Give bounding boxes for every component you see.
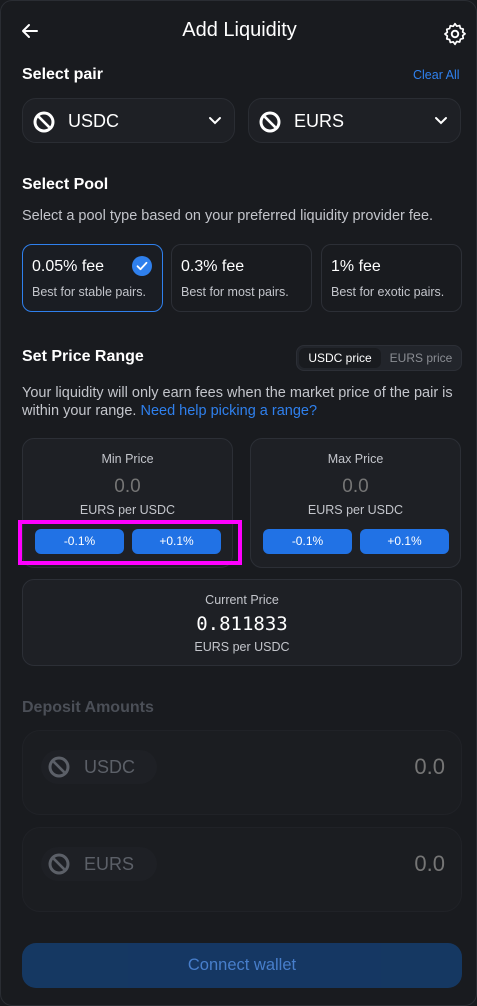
max-price-input[interactable]	[271, 475, 440, 499]
add-liquidity-panel: Add Liquidity Select pair Clear All USDC…	[0, 0, 477, 1006]
connect-wallet-button[interactable]: Connect wallet	[22, 943, 462, 988]
min-price-unit: EURS per USDC	[79, 503, 176, 517]
deposit-token-b-chip: EURS	[41, 847, 157, 881]
no-token-icon	[33, 111, 55, 133]
deposit-token-a-input[interactable]	[325, 754, 445, 780]
toggle-eurs-price[interactable]: EURS price	[383, 348, 459, 368]
check-icon	[132, 256, 152, 276]
deposit-token-b-name: EURS	[84, 854, 135, 874]
chevron-down-icon	[209, 117, 221, 125]
token-a-select[interactable]: USDC	[22, 98, 235, 143]
no-token-icon	[48, 853, 70, 875]
chevron-down-icon	[435, 117, 447, 125]
gear-icon[interactable]	[442, 21, 468, 47]
fee-label: 0.3% fee	[181, 258, 245, 275]
fee-option-1[interactable]: 1% fee Best for exotic pairs.	[321, 244, 462, 312]
max-price-card: Max Price EURS per USDC -0.1% +0.1%	[250, 438, 461, 568]
current-price-unit: EURS per USDC	[194, 640, 290, 654]
deposit-token-b-card: EURS	[22, 827, 462, 912]
min-price-title: Min Price	[101, 452, 154, 466]
select-pool-description: Select a pool type based on your preferr…	[22, 208, 434, 224]
select-pool-title: Select Pool	[22, 176, 109, 193]
token-a-label: USDC	[68, 111, 120, 131]
deposit-token-a-name: USDC	[84, 757, 136, 777]
max-price-increment-button[interactable]: +0.1%	[360, 529, 449, 554]
max-price-unit: EURS per USDC	[307, 503, 404, 517]
min-price-increment-button[interactable]: +0.1%	[132, 529, 221, 554]
max-price-decrement-button[interactable]: -0.1%	[263, 529, 352, 554]
clear-all-link[interactable]: Clear All	[413, 68, 460, 82]
fee-label: 1% fee	[331, 258, 381, 275]
help-range-link[interactable]: Need help picking a range?	[140, 403, 317, 419]
max-price-title: Max Price	[327, 452, 384, 466]
page-title: Add Liquidity	[182, 19, 297, 41]
fee-description: Best for exotic pairs.	[331, 285, 445, 299]
deposit-amounts-title: Deposit Amounts	[22, 699, 154, 716]
price-range-description: Your liquidity will only earn fees when …	[22, 384, 467, 420]
fee-option-0-05[interactable]: 0.05% fee Best for stable pairs.	[22, 244, 163, 312]
min-price-decrement-button[interactable]: -0.1%	[35, 529, 124, 554]
min-price-card: Min Price EURS per USDC -0.1% +0.1%	[22, 438, 233, 568]
deposit-token-a-card: USDC	[22, 730, 462, 815]
min-price-input[interactable]	[43, 475, 212, 499]
deposit-token-b-input[interactable]	[325, 851, 445, 877]
fee-label: 0.05% fee	[32, 258, 105, 275]
fee-option-0-3[interactable]: 0.3% fee Best for most pairs.	[171, 244, 312, 312]
token-b-label: EURS	[294, 111, 345, 131]
header: Add Liquidity	[1, 1, 477, 63]
fee-description: Best for most pairs.	[181, 285, 289, 299]
deposit-token-a-chip: USDC	[41, 750, 157, 784]
fee-description: Best for stable pairs.	[32, 285, 146, 299]
price-range-title: Set Price Range	[22, 348, 144, 365]
no-token-icon	[259, 111, 281, 133]
current-price-card: Current Price 0.811833 EURS per USDC	[22, 579, 462, 666]
price-denomination-toggle: USDC price EURS price	[296, 345, 462, 371]
toggle-usdc-price[interactable]: USDC price	[299, 348, 381, 368]
current-price-title: Current Price	[205, 593, 279, 607]
current-price-value: 0.811833	[196, 613, 288, 635]
token-b-select[interactable]: EURS	[248, 98, 461, 143]
no-token-icon	[48, 756, 70, 778]
select-pair-title: Select pair	[22, 66, 103, 83]
